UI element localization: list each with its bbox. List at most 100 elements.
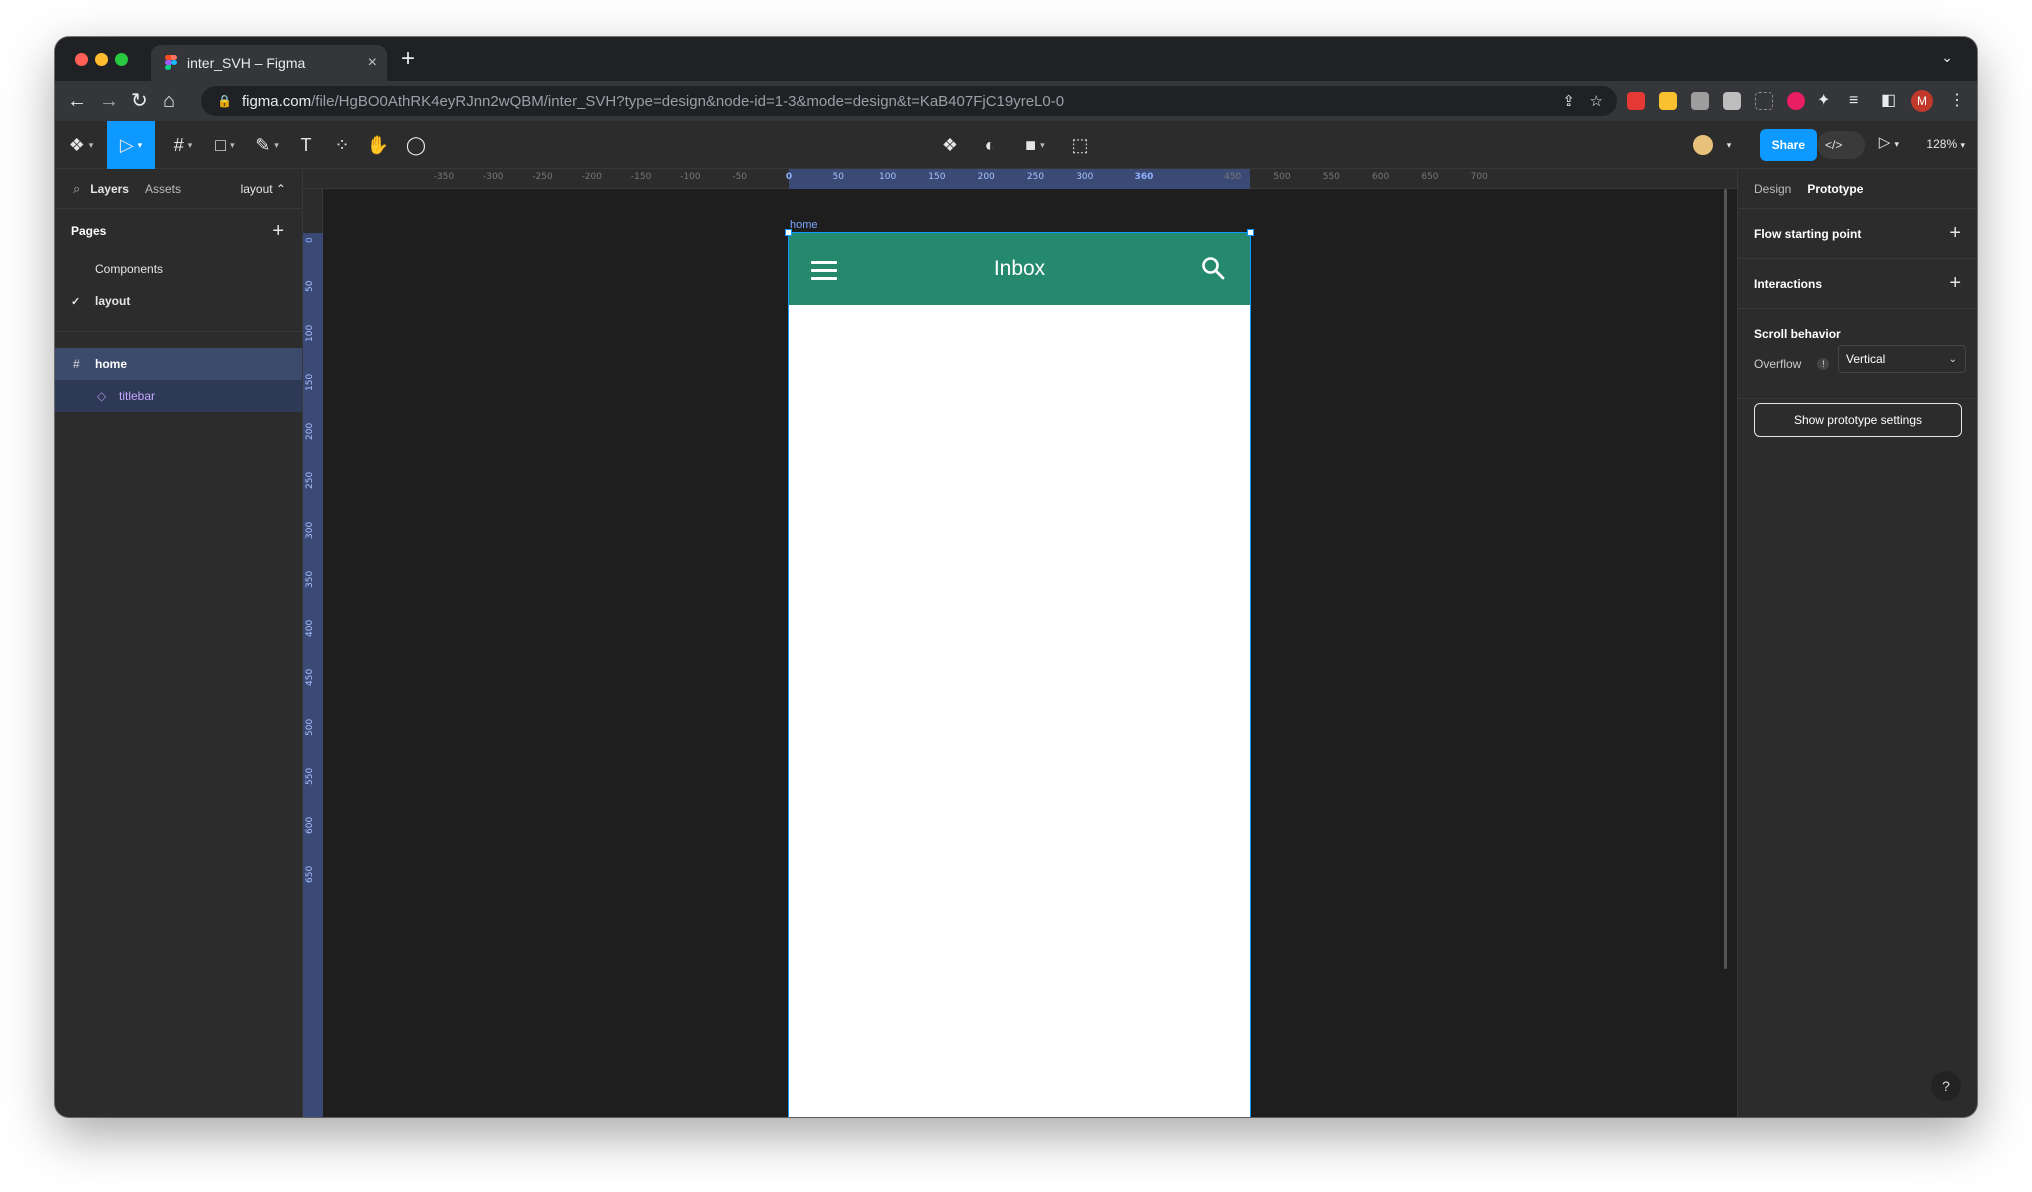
extension-icon[interactable] — [1787, 92, 1805, 110]
figma-toolbar: ❖ ▾ ▷ ▾ # ▾ □ ▾ ✎ ▾ T ⁘ ✋ ◯ ❖ ◐ ■ ▾ ⬚ ▾ Share … — [55, 121, 1977, 169]
add-flow-plus-icon[interactable]: + — [1949, 222, 1961, 245]
page-item-components[interactable]: Components — [55, 253, 302, 285]
pen-tool-icon[interactable]: ✎ ▾ — [247, 121, 287, 169]
reload-icon[interactable]: ↻ — [131, 89, 148, 113]
tab-close-icon[interactable]: × — [368, 54, 377, 72]
side-panel-icon[interactable]: ◧ — [1881, 89, 1896, 113]
overflow-select[interactable]: Vertical ⌄ — [1838, 345, 1966, 373]
present-play-icon[interactable]: ▷ ▾ — [1879, 133, 1899, 151]
camera-extension-icon[interactable] — [1691, 92, 1709, 110]
tab-layers[interactable]: Layers — [90, 182, 129, 196]
tab-prototype[interactable]: Prototype — [1807, 182, 1863, 196]
scroll-behavior-section: Scroll behavior Overflow ! Vertical ⌄ — [1738, 309, 1977, 399]
ruler-tick-label: 100 — [879, 172, 897, 182]
profile-avatar[interactable]: M — [1911, 90, 1933, 112]
ruler-tick-label: -100 — [680, 172, 701, 182]
show-prototype-settings-button[interactable]: Show prototype settings — [1754, 403, 1962, 437]
ruler-tick-label: -300 — [482, 172, 504, 182]
layer-row-home[interactable]: # home — [55, 348, 302, 380]
browser-toolbar: ← → ↻ ⌂ 🔒 figma.com /file/HgBO0AthRK4eyR… — [55, 81, 1977, 121]
screenshot-extension-icon[interactable] — [1755, 92, 1773, 110]
tab-title: inter_SVH – Figma — [187, 55, 306, 71]
bookmark-star-icon[interactable]: ☆ — [1590, 92, 1603, 110]
tab-design[interactable]: Design — [1754, 182, 1791, 196]
ruler-tick-label: 0 — [305, 237, 315, 243]
tab-search-chevron-icon[interactable]: ⌄ — [1941, 49, 1953, 66]
maximize-window-button[interactable] — [115, 53, 128, 66]
address-bar[interactable]: 🔒 figma.com /file/HgBO0AthRK4eyRJnn2wQBM… — [201, 86, 1617, 116]
home-frame[interactable]: Inbox — [785, 229, 1254, 1117]
extension-icon[interactable] — [1627, 92, 1645, 110]
resources-icon[interactable]: ⁘ — [327, 121, 357, 169]
close-window-button[interactable] — [75, 53, 88, 66]
ruler-tick-label: 250 — [1026, 172, 1045, 182]
new-tab-button[interactable]: + — [401, 47, 415, 71]
reading-list-icon[interactable]: ≡ — [1849, 89, 1858, 113]
add-interaction-plus-icon[interactable]: + — [1949, 272, 1961, 295]
ruler-tick-label: 600 — [305, 816, 315, 834]
rectangle-tool-icon[interactable]: □ ▾ — [205, 121, 245, 169]
ruler-tick-label: 300 — [305, 521, 315, 539]
overflow-label: Overflow — [1754, 357, 1802, 371]
layer-row-titlebar[interactable]: ◇ titlebar — [55, 380, 302, 412]
ruler-tick-label: 50 — [305, 280, 315, 293]
browser-tab[interactable]: inter_SVH – Figma × — [151, 45, 387, 81]
design-canvas[interactable]: -350 -300 -250 -200 -150 -100 -50 0 50 100 150 200 2… — [303, 169, 1737, 1117]
page-item-layout[interactable]: ✓ layout — [55, 285, 302, 317]
forward-arrow-icon[interactable]: → — [99, 89, 119, 113]
info-icon[interactable]: ! — [1817, 358, 1830, 370]
tab-assets[interactable]: Assets — [145, 182, 181, 196]
figma-main-menu-icon[interactable]: ❖ ▾ — [63, 121, 99, 169]
help-button[interactable]: ? — [1931, 1071, 1961, 1101]
layers-panel-tabs: ⌕ Layers Assets layout ⌃ — [55, 169, 302, 209]
ruler-tick-label: 600 — [1372, 172, 1390, 182]
component-icon[interactable]: ❖ — [935, 121, 965, 169]
ruler-tick-label: 200 — [305, 422, 315, 440]
back-arrow-icon[interactable]: ← — [67, 89, 87, 113]
page-selector[interactable]: layout ⌃ — [241, 182, 286, 196]
figma-favicon-icon — [165, 55, 177, 71]
zoom-level[interactable]: 128% ▾ — [1926, 137, 1965, 151]
resize-handle[interactable] — [1247, 229, 1254, 236]
resize-handle[interactable] — [785, 229, 792, 236]
frame-label[interactable]: home — [790, 219, 818, 231]
dev-mode-toggle[interactable]: </> — [1817, 131, 1865, 159]
search-icon[interactable]: ⌕ — [73, 181, 80, 197]
share-button[interactable]: Share — [1759, 129, 1817, 161]
puzzle-extensions-icon[interactable]: ✦ — [1817, 89, 1830, 113]
frame-tool-icon[interactable]: # ▾ — [163, 121, 203, 169]
horizontal-ruler: -350 -300 -250 -200 -150 -100 -50 0 50 100 150 200 2… — [303, 169, 1737, 189]
interactions-section: Interactions + — [1738, 259, 1977, 309]
ruler-tick-label: 300 — [1076, 172, 1094, 182]
ruler-selection-highlight — [789, 169, 1250, 189]
vertical-scrollbar[interactable] — [1724, 189, 1727, 969]
share-page-icon[interactable]: ⇪ — [1562, 92, 1575, 110]
hand-tool-icon[interactable]: ✋ — [363, 121, 393, 169]
extension-icon[interactable] — [1659, 92, 1677, 110]
move-tool-icon[interactable]: ▷ ▾ — [107, 121, 155, 169]
kebab-menu-icon[interactable]: ⋮ — [1949, 89, 1965, 113]
boolean-groups-icon[interactable]: ■ ▾ — [1015, 121, 1055, 169]
user-avatar[interactable] — [1691, 133, 1715, 157]
add-page-plus-icon[interactable]: + — [272, 220, 284, 243]
browser-window: inter_SVH – Figma × + ⌄ ← → ↻ ⌂ 🔒 figma.… — [55, 37, 1977, 1117]
home-icon[interactable]: ⌂ — [163, 89, 175, 113]
flow-starting-point-section: Flow starting point + — [1738, 209, 1977, 259]
mask-icon[interactable]: ◐ — [975, 121, 1005, 169]
minimize-window-button[interactable] — [95, 53, 108, 66]
avatar-chevron-down-icon[interactable]: ▾ — [1721, 121, 1737, 169]
app-title: Inbox — [993, 257, 1046, 280]
crop-icon[interactable]: ⬚ — [1065, 121, 1095, 169]
comment-tool-icon[interactable]: ◯ — [401, 121, 431, 169]
titlebar-component[interactable]: Inbox — [789, 233, 1250, 305]
scroll-behavior-heading: Scroll behavior — [1754, 327, 1841, 341]
ruler-tick-label: 250 — [305, 472, 315, 490]
ruler-tick-label: 100 — [305, 324, 315, 342]
vertical-ruler: 0 50 100 150 200 250 300 350 400 450 500 550 600 650 — [303, 189, 323, 1117]
text-tool-icon[interactable]: T — [291, 121, 321, 169]
ruler-tick-label: 400 — [305, 619, 315, 637]
extension-icon[interactable] — [1723, 92, 1741, 110]
ruler-tick-label: -150 — [630, 172, 652, 182]
checkmark-icon: ✓ — [71, 295, 81, 308]
browser-tab-strip: inter_SVH – Figma × + ⌄ — [55, 37, 1977, 81]
